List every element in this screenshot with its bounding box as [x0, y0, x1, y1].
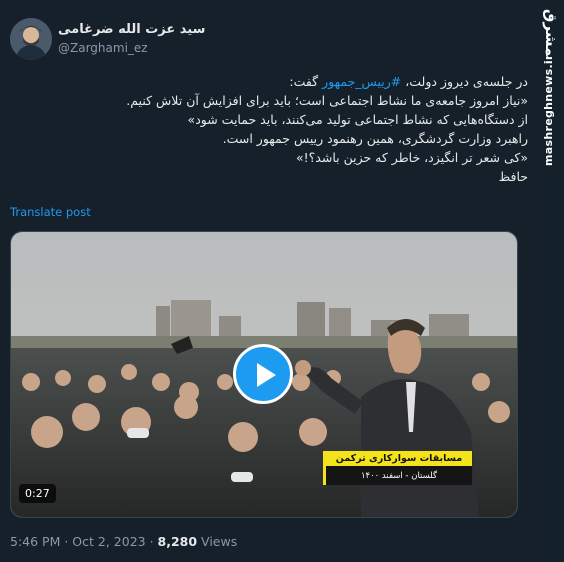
- meta-separator-2: ·: [145, 534, 158, 549]
- tweet-line-2: «نیاز امروز جامعه‌ی ما نشاط اجتماعی است؛…: [126, 93, 528, 108]
- play-icon: [257, 363, 276, 387]
- video-player[interactable]: مسابقات سوارکاری ترکمن گلستان - اسفند ۱۴…: [10, 231, 518, 518]
- video-duration: 0:27: [19, 484, 56, 503]
- watermark-site: mashreghnews.ir: [542, 54, 555, 166]
- play-button[interactable]: [233, 344, 293, 404]
- post-date[interactable]: Oct 2, 2023: [72, 534, 145, 549]
- hashtag-link[interactable]: #رییس_جمهور: [322, 74, 401, 89]
- post-time[interactable]: 5:46 PM: [10, 534, 60, 549]
- tweet-card: سید عزت الله ضرغامی @Zarghami_ez در جلسه…: [0, 0, 536, 562]
- tweet-line-4: راهبرد وزارت گردشگری، همین رهنمود رییس ج…: [222, 131, 528, 146]
- tweet-line-5: «کی شعر تر انگیزد، خاطر که حزین باشد؟!»: [295, 150, 528, 165]
- views-label: Views: [197, 534, 238, 549]
- avatar-image: [10, 18, 52, 60]
- tweet-line-1: در جلسه‌ی دیروز دولت، #رییس_جمهور گفت:: [28, 72, 528, 91]
- tweet-line-1-prefix: در جلسه‌ی دیروز دولت،: [401, 74, 528, 89]
- meta-separator: ·: [60, 534, 73, 549]
- video-caption-subtitle: گلستان - اسفند ۱۴۰۰: [360, 471, 438, 481]
- views-count[interactable]: 8,280: [158, 534, 198, 549]
- tweet-meta: 5:46 PM · Oct 2, 2023 · 8,280 Views: [10, 534, 237, 549]
- author-display-name[interactable]: سید عزت الله ضرغامی: [58, 22, 205, 37]
- tweet-text: در جلسه‌ی دیروز دولت، #رییس_جمهور گفت: «…: [28, 72, 528, 186]
- author-handle[interactable]: @Zarghami_ez: [58, 41, 205, 55]
- tweet-line-3: از دستگاه‌هایی که نشاط اجتماعی تولید می‌…: [187, 112, 528, 127]
- translate-post-link[interactable]: Translate post: [10, 205, 91, 219]
- author-info: سید عزت الله ضرغامی @Zarghami_ez: [58, 22, 205, 55]
- avatar[interactable]: [10, 18, 52, 60]
- tweet-line-1-suffix: گفت:: [289, 74, 323, 89]
- tweet-line-6: حافظ: [498, 169, 528, 184]
- site-watermark: مشرق mashreghnews.ir: [536, 0, 564, 562]
- video-caption-title: مسابقات سوارکاری ترکمن: [326, 451, 472, 466]
- video-caption-overlay: مسابقات سوارکاری ترکمن گلستان - اسفند ۱۴…: [323, 451, 472, 485]
